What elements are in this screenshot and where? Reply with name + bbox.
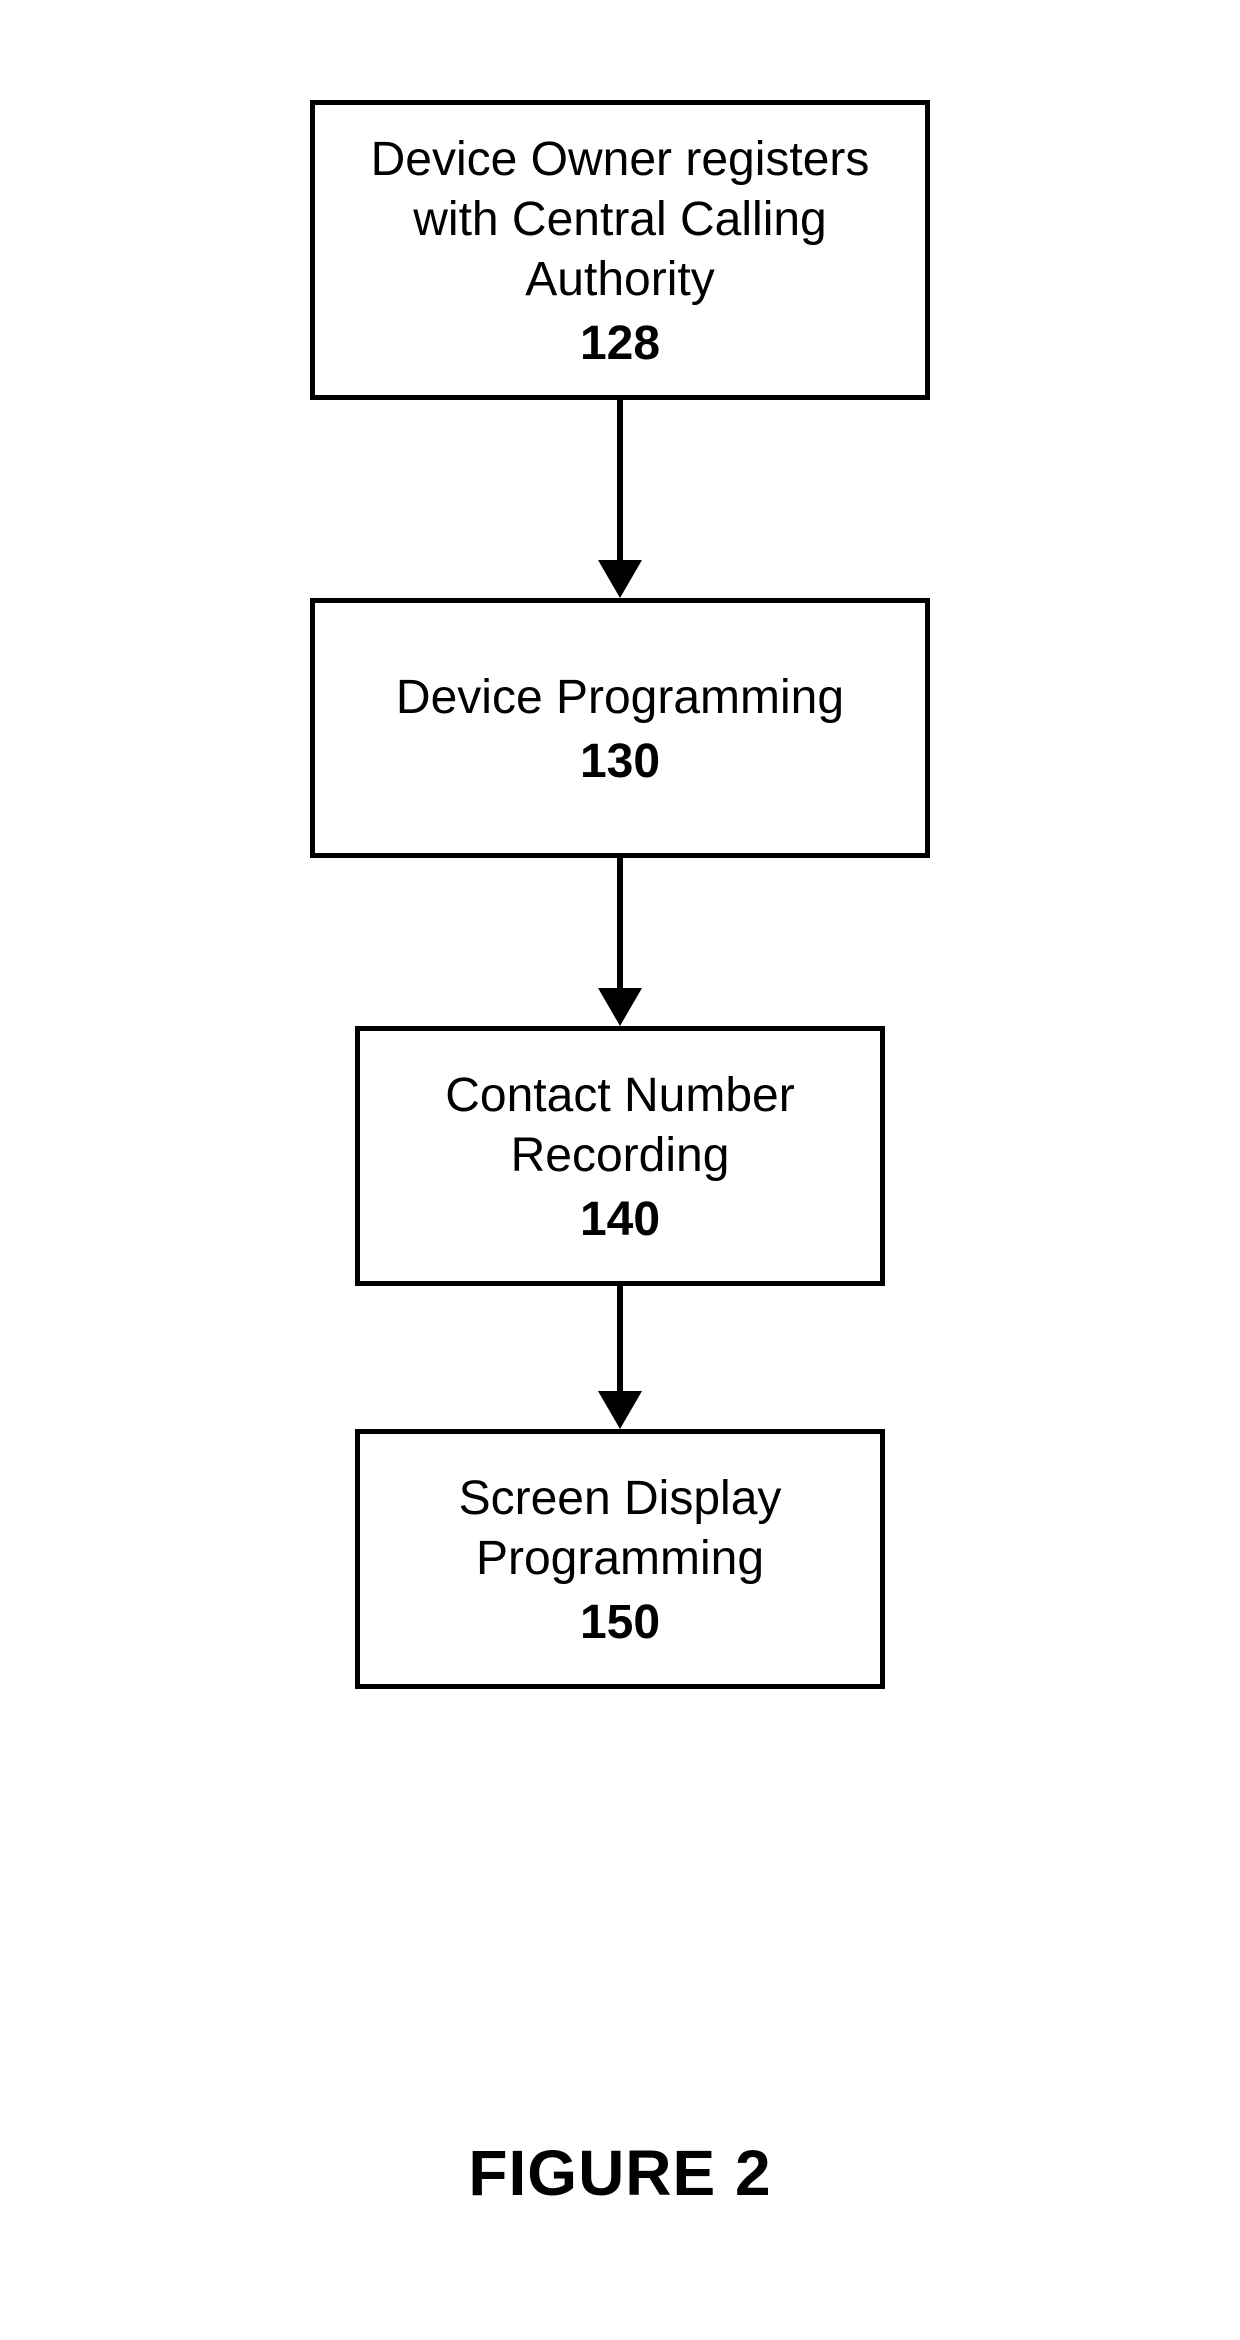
- arrow-2: [598, 858, 642, 1026]
- arrow-3: [598, 1286, 642, 1429]
- step-4-number: 150: [580, 1595, 660, 1650]
- arrow-head-icon: [598, 1391, 642, 1429]
- step-3-label: Contact Number Recording: [400, 1066, 840, 1186]
- arrow-head-icon: [598, 560, 642, 598]
- step-2-number: 130: [580, 734, 660, 789]
- flowchart-step-2: Device Programming 130: [310, 598, 930, 858]
- step-4-label: Screen Display Programming: [400, 1469, 840, 1589]
- arrow-1: [598, 400, 642, 598]
- flowchart-step-1: Device Owner registers with Central Call…: [310, 100, 930, 400]
- arrow-line-icon: [617, 400, 623, 560]
- figure-caption: FIGURE 2: [468, 2136, 771, 2210]
- step-2-label: Device Programming: [396, 668, 844, 728]
- step-1-label: Device Owner registers with Central Call…: [355, 130, 885, 310]
- flowchart-step-3: Contact Number Recording 140: [355, 1026, 885, 1286]
- step-3-number: 140: [580, 1192, 660, 1247]
- step-1-number: 128: [580, 316, 660, 371]
- arrow-line-icon: [617, 1286, 623, 1391]
- flowchart-step-4: Screen Display Programming 150: [355, 1429, 885, 1689]
- flowchart-container: Device Owner registers with Central Call…: [310, 100, 930, 1689]
- arrow-line-icon: [617, 858, 623, 988]
- arrow-head-icon: [598, 988, 642, 1026]
